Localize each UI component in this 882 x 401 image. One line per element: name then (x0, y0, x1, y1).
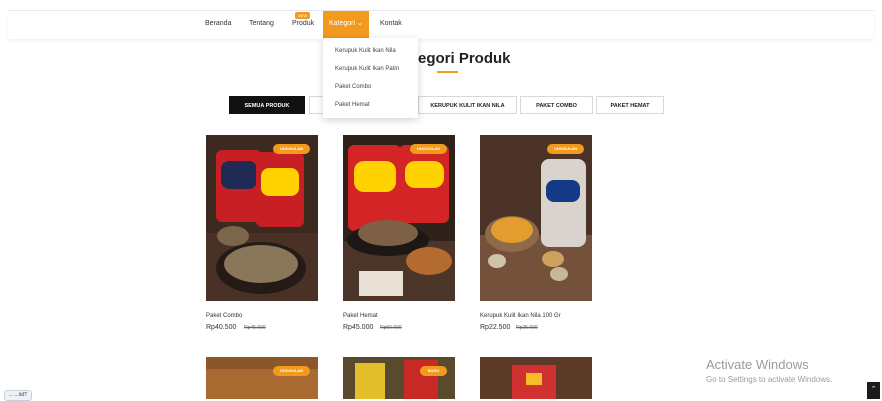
activate-windows-watermark: Activate Windows Go to Settings to activ… (706, 357, 832, 384)
status-url: ... .../id? (4, 390, 32, 401)
nav-beranda[interactable]: Beranda (205, 11, 231, 39)
product-image[interactable]: UNGGULAN (206, 357, 318, 399)
chevron-up-icon[interactable]: ⌃ (867, 382, 880, 399)
product-badge: UNGGULAN (410, 144, 447, 154)
product-name[interactable]: Kerupuk Kulit Ikan Nila 100 Gr (480, 313, 561, 319)
title-underline (437, 71, 458, 73)
product-image[interactable]: UNGGULAN (480, 135, 592, 301)
product-price: Rp45.000 (343, 324, 374, 331)
filter-paket-combo[interactable]: PAKET COMBO (520, 96, 593, 114)
product-image[interactable]: UNGGULAN (206, 135, 318, 301)
product-old-price: Rp50.000 (380, 325, 402, 331)
dropdown-item-combo[interactable]: Paket Combo (335, 84, 371, 90)
filter-semua-produk[interactable]: SEMUA PRODUK (229, 96, 305, 114)
product-badge: BARU (420, 366, 447, 376)
nav-kontak[interactable]: Kontak (380, 11, 402, 39)
product-badge: UNGGULAN (547, 144, 584, 154)
product-price: Rp22.500 (480, 324, 511, 331)
dropdown-item-nila[interactable]: Kerupuk Kulit Ikan Nila (335, 48, 396, 54)
product-old-price: Rp45.000 (244, 325, 266, 331)
activate-subtitle: Go to Settings to activate Windows. (706, 375, 833, 384)
filter-paket-hemat[interactable]: PAKET HEMAT (596, 96, 664, 114)
activate-title: Activate Windows (706, 357, 809, 372)
navbar (8, 11, 874, 39)
product-old-price: Rp25.000 (516, 325, 538, 331)
dropdown-item-patin[interactable]: Kerupuk Kulit Ikan Patin (335, 66, 399, 72)
product-badge: UNGGULAN (273, 366, 310, 376)
product-image[interactable]: BARU (343, 357, 455, 399)
new-badge: NEW (295, 12, 310, 19)
product-image[interactable] (480, 357, 592, 399)
nav-kategori[interactable]: Kategori ⌄ (323, 11, 369, 39)
product-price: Rp40.500 (206, 324, 237, 331)
page-title: egori Produk (418, 50, 511, 67)
kategori-dropdown: Kerupuk Kulit Ikan Nila Kerupuk Kulit Ik… (323, 38, 418, 118)
product-image[interactable]: UNGGULAN (343, 135, 455, 301)
product-name[interactable]: Paket Hemat (343, 313, 378, 319)
filter-kerupuk-nila[interactable]: KERUPUK KULIT IKAN NILA (418, 96, 517, 114)
dropdown-item-hemat[interactable]: Paket Hemat (335, 102, 370, 108)
product-name[interactable]: Paket Combo (206, 313, 242, 319)
nav-tentang[interactable]: Tentang (249, 11, 274, 39)
product-badge: UNGGULAN (273, 144, 310, 154)
